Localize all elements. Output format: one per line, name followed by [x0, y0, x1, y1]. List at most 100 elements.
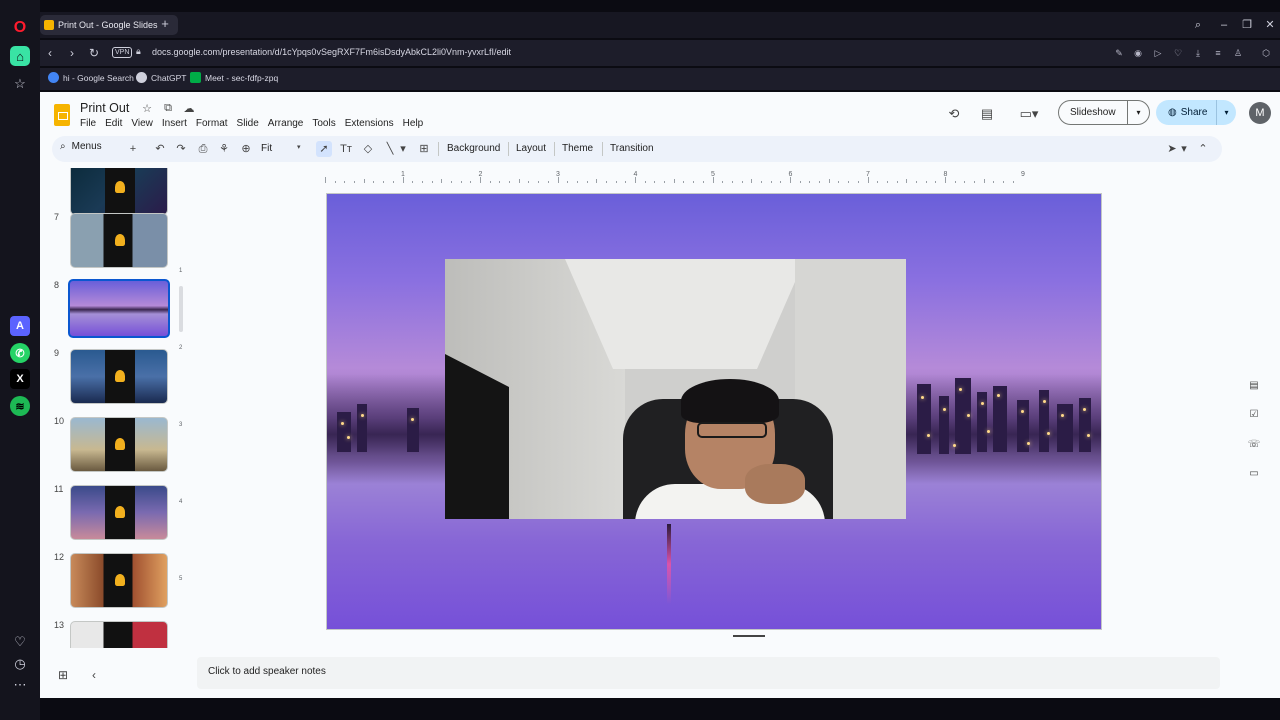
minimize-icon[interactable]: –	[1216, 17, 1232, 33]
slide-thumbnail[interactable]	[70, 349, 168, 404]
opera-logo-icon[interactable]: O	[10, 18, 30, 38]
heart-icon[interactable]: ♡	[10, 632, 30, 652]
shape-icon[interactable]: ◇	[360, 141, 376, 157]
contacts-icon[interactable]: ☏	[1247, 438, 1261, 452]
download-icon[interactable]: ⤓	[1191, 46, 1205, 60]
star-icon[interactable]: ☆	[10, 74, 30, 94]
slide-thumbnail[interactable]	[70, 417, 168, 472]
grid-view-icon[interactable]: ⊞	[58, 668, 68, 682]
ruler-tick	[470, 181, 472, 183]
vpn-badge[interactable]: VPN	[112, 47, 133, 58]
comments-icon[interactable]: ▤	[978, 105, 996, 123]
pen-pointer-icon[interactable]: ➤	[1164, 141, 1180, 157]
slide-thumbnail[interactable]	[70, 168, 168, 215]
vertical-ruler[interactable]: 1 2 3 4 5	[179, 196, 189, 632]
slides-logo-icon[interactable]	[54, 104, 70, 126]
slide-thumbnail[interactable]	[70, 621, 168, 648]
aria-icon[interactable]: A	[10, 316, 30, 336]
comment-add-icon[interactable]: ⊞	[416, 141, 432, 157]
reload-icon[interactable]: ↻	[86, 45, 102, 61]
menu-edit[interactable]: Edit	[105, 118, 122, 129]
meet-call-icon[interactable]: ▭▾	[1014, 105, 1044, 123]
url-field[interactable]: docs.google.com/presentation/d/1cYpqs0vS…	[152, 47, 511, 57]
theme-button[interactable]: Theme	[562, 143, 593, 154]
profile-icon[interactable]: ♙	[1231, 46, 1245, 60]
bookmark-chatgpt[interactable]: ChatGPT	[136, 72, 186, 83]
menu-file[interactable]: File	[80, 118, 96, 129]
horizontal-ruler[interactable]: 1 2 3 4 5 6 7 8 9	[325, 171, 1220, 183]
folder-icon[interactable]: ▭	[1247, 467, 1261, 481]
document-title[interactable]: Print Out	[80, 101, 129, 115]
menu-slide[interactable]: Slide	[237, 118, 259, 129]
notes-resize-handle[interactable]	[733, 635, 765, 637]
star-icon[interactable]: ☆	[140, 102, 154, 116]
version-history-icon[interactable]: ⟲	[945, 105, 963, 123]
maximize-icon[interactable]: ❐	[1239, 17, 1255, 33]
webcam-video-image[interactable]	[445, 259, 906, 519]
new-slide-icon[interactable]: +	[125, 141, 141, 157]
bookmark-meet[interactable]: Meet - sec-fdfp-zpq	[190, 72, 278, 83]
speaker-notes[interactable]: Click to add speaker notes	[197, 657, 1220, 689]
collapse-filmstrip-icon[interactable]: ‹	[92, 668, 96, 682]
slide-thumbnail-selected[interactable]	[68, 279, 170, 338]
move-folder-icon[interactable]: ⧉	[161, 102, 175, 116]
avatar[interactable]: M	[1249, 102, 1271, 124]
current-slide[interactable]	[326, 193, 1102, 630]
chevron-down-icon[interactable]: ▾	[1179, 141, 1189, 157]
spotify-icon[interactable]: ≋	[10, 396, 30, 416]
close-icon[interactable]: ✕	[1262, 17, 1278, 33]
layout-button[interactable]: Layout	[516, 143, 546, 154]
whatsapp-icon[interactable]: ✆	[10, 343, 30, 363]
city-light	[967, 414, 970, 417]
text-box-icon[interactable]: Tт	[338, 141, 354, 157]
menu-insert[interactable]: Insert	[162, 118, 187, 129]
x-twitter-icon[interactable]: X	[10, 369, 30, 389]
home-icon[interactable]: ⌂	[10, 46, 30, 66]
menu-icon[interactable]: ≡	[1211, 46, 1225, 60]
menu-help[interactable]: Help	[403, 118, 424, 129]
back-icon[interactable]: ‹	[42, 45, 58, 61]
chevron-down-icon[interactable]: ▾	[297, 143, 301, 151]
transition-button[interactable]: Transition	[610, 143, 654, 154]
lock-icon[interactable]: 🔒︎	[136, 46, 141, 57]
paint-format-icon[interactable]: ⚘	[216, 141, 232, 157]
print-icon[interactable]: ⎙	[195, 141, 211, 157]
slide-thumbnail[interactable]	[70, 213, 168, 268]
history-icon[interactable]: ◷	[10, 654, 30, 674]
slideshow-button[interactable]: Slideshow ▾	[1058, 100, 1150, 125]
menu-view[interactable]: View	[131, 118, 153, 129]
keep-icon[interactable]: ▤	[1247, 379, 1261, 393]
menu-arrange[interactable]: Arrange	[268, 118, 304, 129]
menus-search[interactable]: ⌕ Menus	[60, 141, 102, 152]
undo-icon[interactable]: ↶	[152, 141, 168, 157]
background-button[interactable]: Background	[447, 143, 500, 154]
share-button[interactable]: ◍ Share ▾	[1156, 100, 1236, 125]
edit-icon[interactable]: ✎	[1112, 46, 1126, 60]
redo-icon[interactable]: ↷	[173, 141, 189, 157]
collapse-toolbar-icon[interactable]: ⌃	[1195, 141, 1211, 157]
zoom-icon[interactable]: ⊕	[238, 141, 254, 157]
slide-number: 10	[54, 416, 65, 426]
new-tab-icon[interactable]: +	[158, 17, 172, 31]
forward-icon[interactable]: ›	[64, 45, 80, 61]
camera-icon[interactable]: ◉	[1131, 46, 1145, 60]
select-icon[interactable]: ➚	[316, 141, 332, 157]
cloud-status-icon[interactable]: ☁	[182, 102, 196, 116]
line-icon[interactable]: ╲	[382, 141, 398, 157]
chevron-down-icon[interactable]: ▾	[1216, 100, 1236, 125]
menu-tools[interactable]: Tools	[312, 118, 335, 129]
chevron-down-icon[interactable]: ▾	[1127, 101, 1149, 124]
bookmark-google-search[interactable]: hi - Google Search	[48, 72, 134, 83]
heart-outline-icon[interactable]: ♡	[1171, 46, 1185, 60]
slide-thumbnail[interactable]	[70, 553, 168, 608]
search-icon[interactable]: ⌕	[1190, 17, 1206, 33]
more-icon[interactable]: ⋯	[10, 675, 30, 695]
chevron-down-icon[interactable]: ▾	[398, 141, 408, 157]
tasks-icon[interactable]: ☑	[1247, 408, 1261, 422]
zoom-select[interactable]: Fit	[261, 143, 272, 154]
play-icon[interactable]: ▷	[1151, 46, 1165, 60]
menu-format[interactable]: Format	[196, 118, 228, 129]
menu-extensions[interactable]: Extensions	[345, 118, 394, 129]
extensions-icon[interactable]: ⬡	[1259, 46, 1273, 60]
slide-thumbnail[interactable]	[70, 485, 168, 540]
